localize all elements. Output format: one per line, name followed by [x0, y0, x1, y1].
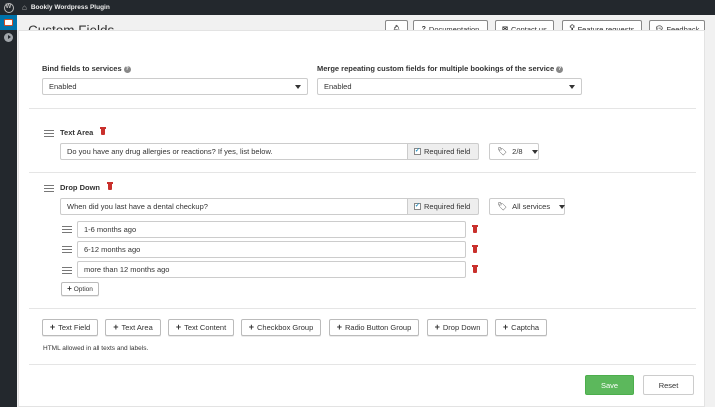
plus-icon: +: [248, 322, 254, 332]
home-icon: ⌂: [22, 3, 27, 12]
admin-top-bar: W ⌂ Bookly Wordpress Plugin: [0, 0, 715, 15]
reset-button[interactable]: Reset: [643, 375, 694, 395]
site-name: Bookly Wordpress Plugin: [30, 4, 110, 11]
chevron-down-icon: [295, 85, 301, 89]
chevron-down-icon: [569, 85, 575, 89]
field-type-label: Text Area: [60, 128, 94, 137]
site-home-link[interactable]: ⌂ Bookly Wordpress Plugin: [17, 3, 110, 12]
drag-handle-icon[interactable]: [44, 185, 54, 192]
custom-fields-card: Bind fields to services? Enabled Merge r…: [18, 30, 705, 407]
add-captcha-button[interactable]: + Captcha: [495, 319, 547, 336]
trash-icon[interactable]: [100, 127, 106, 135]
save-button[interactable]: Save: [585, 375, 634, 395]
add-option-button[interactable]: + Option: [61, 282, 99, 296]
bind-fields-label: Bind fields to services?: [42, 64, 131, 73]
divider: [29, 172, 696, 173]
chevron-down-icon: [559, 204, 566, 209]
plus-icon: +: [67, 284, 72, 293]
add-text-field-button[interactable]: + Text Field: [42, 319, 98, 336]
plus-icon: +: [502, 322, 509, 332]
merge-fields-select[interactable]: Enabled: [317, 78, 582, 95]
required-field-checkbox[interactable]: ✓ Required field: [408, 198, 479, 215]
add-text-area-button[interactable]: + Text Area: [105, 319, 161, 336]
drag-handle-icon[interactable]: [62, 267, 72, 274]
plus-icon: +: [434, 322, 440, 332]
option-input[interactable]: 6-12 months ago: [77, 241, 466, 258]
add-drop-down-button[interactable]: + Drop Down: [427, 319, 488, 336]
help-icon[interactable]: ?: [556, 65, 564, 73]
chevron-down-icon: [531, 149, 538, 154]
required-field-checkbox[interactable]: ✓ Required field: [408, 143, 479, 160]
tag-icon: 🏷︎: [497, 202, 508, 211]
play-icon: [4, 33, 13, 42]
services-dropdown[interactable]: 🏷︎ 2/8: [489, 143, 539, 160]
divider: [29, 308, 696, 309]
sidebar-item-bookly[interactable]: [0, 15, 17, 30]
help-icon[interactable]: ?: [123, 65, 131, 73]
option-input[interactable]: 1-6 months ago: [77, 221, 466, 238]
field-type-label: Drop Down: [60, 183, 100, 192]
option-input[interactable]: more than 12 months ago: [77, 261, 466, 278]
field-question-input[interactable]: Do you have any drug allergies or reacti…: [60, 143, 408, 160]
sidebar-item-media[interactable]: [0, 30, 17, 45]
plus-icon: +: [49, 322, 56, 332]
checkbox-checked-icon: ✓: [414, 148, 421, 155]
add-text-content-button[interactable]: + Text Content: [168, 319, 234, 336]
bookly-icon: [4, 19, 13, 26]
plus-icon: +: [175, 322, 182, 332]
divider: [29, 364, 696, 365]
bind-fields-select[interactable]: Enabled: [42, 78, 308, 95]
html-allowed-note: HTML allowed in all texts and labels.: [43, 345, 149, 352]
merge-fields-label: Merge repeating custom fields for multip…: [317, 64, 564, 73]
field-question-input[interactable]: When did you last have a dental checkup?: [60, 198, 408, 215]
wordpress-logo-icon[interactable]: W: [0, 0, 17, 15]
trash-icon[interactable]: [472, 225, 478, 233]
add-radio-button-group-button[interactable]: + Radio Button Group: [329, 319, 419, 336]
drag-handle-icon[interactable]: [44, 130, 54, 137]
add-checkbox-group-button[interactable]: + Checkbox Group: [241, 319, 321, 336]
drag-handle-icon[interactable]: [62, 246, 72, 253]
admin-sidebar: [0, 15, 17, 407]
tag-icon: 🏷︎: [497, 147, 508, 156]
trash-icon[interactable]: [472, 265, 478, 273]
plus-icon: +: [113, 322, 119, 332]
trash-icon[interactable]: [472, 245, 478, 253]
plus-icon: +: [336, 322, 342, 332]
services-dropdown[interactable]: 🏷︎ All services: [489, 198, 566, 215]
drag-handle-icon[interactable]: [62, 226, 72, 233]
trash-icon[interactable]: [107, 182, 113, 190]
checkbox-checked-icon: ✓: [414, 203, 421, 210]
divider: [29, 108, 696, 109]
